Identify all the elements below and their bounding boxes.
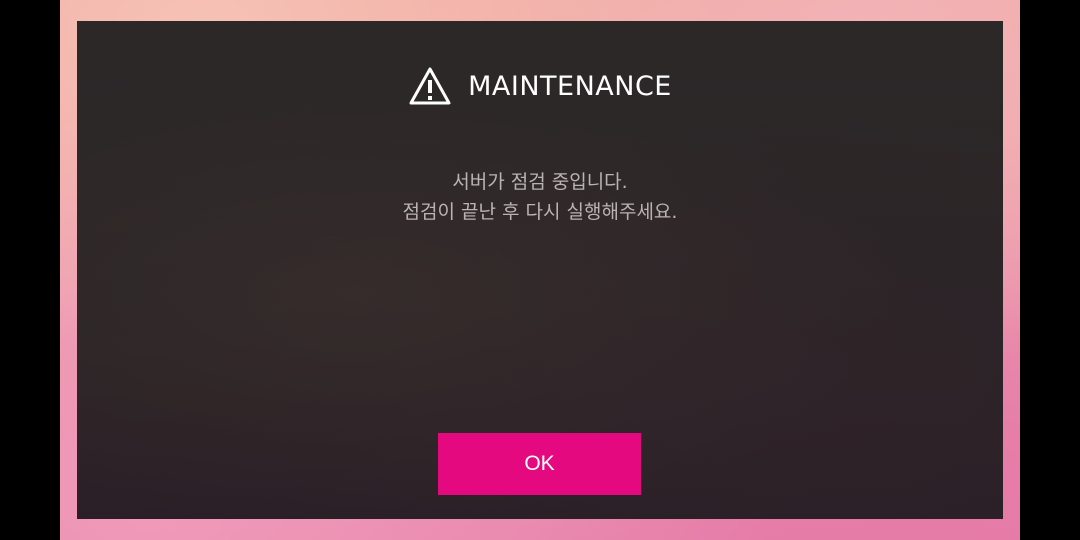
maintenance-dialog: MAINTENANCE 서버가 점검 중입니다. 점검이 끝난 후 다시 실행해… — [77, 21, 1003, 519]
message-line: 점검이 끝난 후 다시 실행해주세요. — [402, 201, 678, 223]
ok-button[interactable]: OK — [438, 433, 641, 495]
message-line: 서버가 점검 중입니다. — [452, 171, 628, 193]
dialog-header: MAINTENANCE — [77, 63, 1003, 109]
dialog-title: MAINTENANCE — [468, 70, 672, 102]
dialog-message: 서버가 점검 중입니다. 점검이 끝난 후 다시 실행해주세요. — [77, 167, 1003, 227]
screen: MAINTENANCE 서버가 점검 중입니다. 점검이 끝난 후 다시 실행해… — [0, 0, 1080, 540]
warning-triangle-icon — [408, 66, 452, 106]
